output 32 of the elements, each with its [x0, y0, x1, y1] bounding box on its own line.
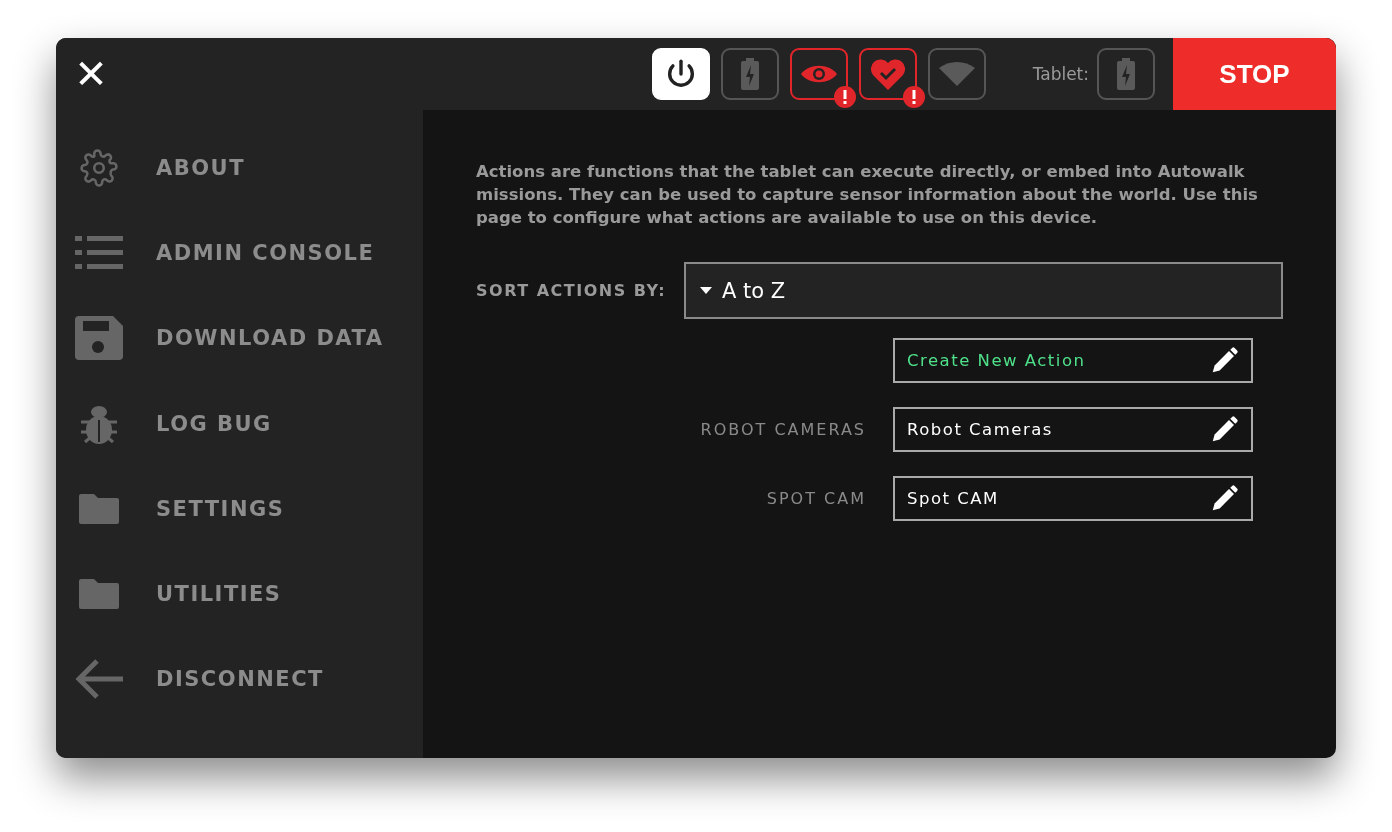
wifi-icon — [938, 62, 975, 86]
stop-button[interactable]: STOP — [1173, 38, 1336, 110]
tablet-battery-button[interactable] — [1097, 48, 1155, 100]
gear-icon — [78, 148, 120, 187]
sort-dropdown[interactable]: A to Z — [684, 262, 1283, 319]
action-button[interactable]: Robot Cameras — [893, 407, 1253, 452]
alert-icon — [833, 86, 856, 108]
sidebar-item[interactable]: ADMIN CONSOLE — [56, 210, 423, 296]
sort-label: SORT ACTIONS BY: — [476, 281, 668, 300]
battery-icon — [740, 58, 759, 90]
back-arrow-icon — [75, 658, 123, 701]
battery-icon — [1117, 58, 1135, 90]
sidebar-item[interactable]: DISCONNECT — [56, 636, 423, 723]
eye-icon — [800, 63, 837, 85]
caret-icon — [700, 287, 712, 294]
sidebar-item[interactable]: ABOUT — [56, 125, 423, 211]
list-icon — [75, 235, 123, 270]
sidebar-item[interactable]: SETTINGS — [56, 466, 423, 552]
action-button[interactable]: Spot CAM — [893, 476, 1253, 521]
sidebar-item[interactable]: DOWNLOAD DATA — [56, 295, 423, 381]
heart-check-icon — [869, 58, 906, 90]
action-label: SPOT CAM — [766, 489, 866, 508]
folder-icon — [79, 493, 119, 524]
close-button[interactable]: ✕ — [56, 38, 126, 110]
description-text: Actions are functions that the tablet can execute directly, or embed into Autowalk missions. They can be used to capture sensor information about the world. Use this page to configure what actions are available to use on this device. — [476, 161, 1259, 229]
tablet-label: Tablet: — [1032, 64, 1089, 84]
sidebar-item[interactable]: UTILITIES — [56, 551, 423, 637]
action-label: ROBOT CAMERAS — [700, 420, 866, 439]
create-action-button[interactable]: Create New Action — [893, 338, 1253, 383]
folder-icon — [79, 579, 119, 610]
sidebar-item[interactable]: LOG BUG — [56, 380, 423, 467]
alert-icon — [902, 86, 925, 108]
